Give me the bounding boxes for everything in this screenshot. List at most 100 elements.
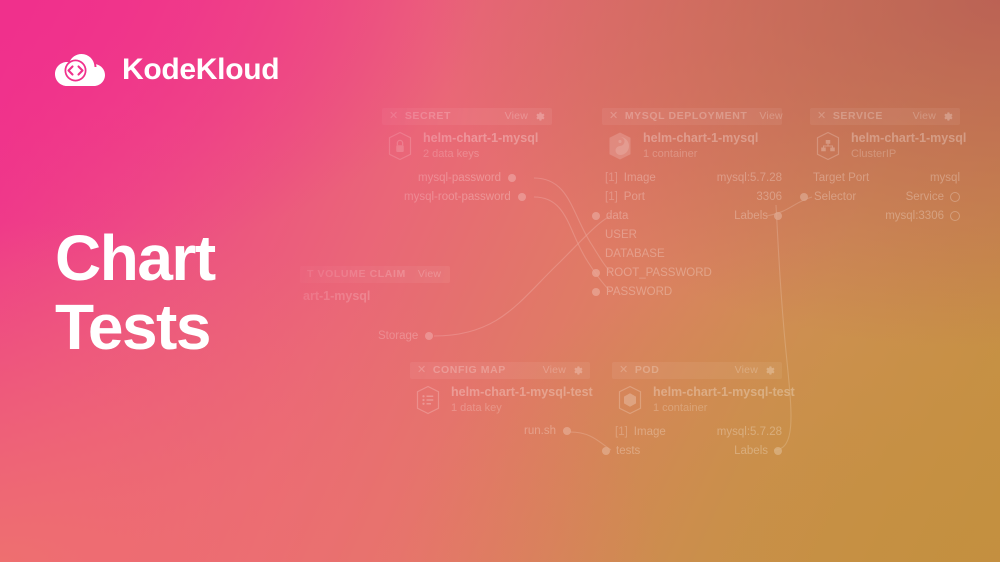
row-value: mysql:5.7.28 — [716, 171, 782, 184]
row-value: mysql:5.7.28 — [716, 425, 782, 438]
node-deployment-title: MYSQL DEPLOYMENT — [624, 109, 748, 122]
row-key: Selector — [814, 190, 857, 203]
port-dot[interactable] — [592, 211, 600, 220]
node-service-title: SERVICE — [832, 109, 883, 122]
close-icon[interactable]: ✕ — [609, 111, 619, 122]
node-pvc-titlebar[interactable]: T VOLUME CLAIM View — [300, 266, 450, 283]
brand-logo: KodeKloud — [52, 48, 280, 92]
row-key: Image — [623, 171, 656, 184]
view-link[interactable]: View — [543, 364, 566, 377]
cloud-code-icon — [55, 54, 105, 86]
port-row-mysql-root-password[interactable]: mysql-root-password — [404, 191, 526, 203]
node-service-rows: Target Port mysql Selector Service mysql… — [800, 168, 960, 225]
port-dot[interactable] — [592, 268, 600, 277]
port-row-mysql-password[interactable]: mysql-password — [418, 172, 517, 184]
node-secret[interactable]: ✕ SECRET View helm-chart-1-mysql 2 data … — [382, 108, 552, 161]
service-hexagon-icon — [816, 132, 840, 161]
port-dot[interactable] — [517, 193, 526, 201]
view-link[interactable]: View — [418, 268, 441, 281]
brand-name: KodeKloud — [122, 53, 280, 86]
node-pod-header: helm-chart-1-mysql-test 1 container — [612, 385, 795, 415]
node-pod-title: POD — [634, 363, 660, 376]
row-key: tests — [616, 444, 641, 457]
node-secret-name: helm-chart-1-mysql — [423, 131, 539, 145]
row-key: ROOT_PASSWORD — [606, 266, 712, 279]
table-row[interactable]: Selector Service — [800, 187, 960, 206]
view-link[interactable]: View — [735, 364, 758, 377]
node-service-titlebar[interactable]: ✕ SERVICE View — [810, 108, 960, 125]
port-dot[interactable] — [562, 427, 571, 435]
node-configmap-title: CONFIG MAP — [432, 363, 506, 376]
port-dot[interactable] — [774, 211, 782, 220]
row-key: Image — [633, 425, 666, 438]
port-dot[interactable] — [508, 174, 517, 182]
node-service[interactable]: ✕ SERVICE View helm-chart-1-mysql Cluste… — [800, 108, 966, 225]
node-pod[interactable]: ✕ POD View helm-chart-1-mysql-test 1 con… — [602, 362, 795, 460]
port-row-storage[interactable]: Storage — [378, 330, 434, 342]
node-config-map[interactable]: ✕ CONFIG MAP View helm-chart-1-mysql-tes… — [410, 362, 593, 415]
port-row-run-sh[interactable]: run.sh — [524, 425, 571, 437]
table-row[interactable]: ROOT_PASSWORD — [592, 263, 782, 282]
close-icon[interactable]: ✕ — [817, 111, 827, 122]
port-dot[interactable] — [592, 287, 600, 296]
table-row[interactable]: mysql:3306 — [813, 206, 960, 225]
node-deployment-name: helm-chart-1-mysql — [643, 131, 759, 145]
table-row[interactable]: data Labels — [592, 206, 782, 225]
close-icon[interactable]: ✕ — [417, 365, 427, 376]
gear-icon[interactable] — [942, 111, 953, 122]
node-pvc-header: art-1-mysql — [300, 289, 450, 305]
port-label: mysql-password — [418, 172, 502, 184]
close-icon[interactable]: ✕ — [389, 111, 399, 122]
page-title-line1: Chart — [55, 222, 216, 294]
node-configmap-header: helm-chart-1-mysql-test 1 data key — [410, 385, 593, 415]
table-row[interactable]: Target Port mysql — [813, 168, 960, 187]
node-secret-subtitle: 2 data keys — [423, 147, 480, 160]
row-key: USER — [605, 228, 637, 241]
port-dot[interactable] — [950, 210, 960, 221]
node-service-name: helm-chart-1-mysql — [851, 131, 967, 145]
gear-icon[interactable] — [764, 365, 775, 376]
port-dot[interactable] — [774, 446, 782, 455]
row-index: [1] — [605, 171, 618, 184]
gear-icon[interactable] — [572, 365, 583, 376]
row-index: [1] — [605, 190, 618, 203]
node-deployment-titlebar[interactable]: ✕ MYSQL DEPLOYMENT View — [602, 108, 783, 125]
view-link[interactable]: View — [505, 110, 528, 123]
port-dot[interactable] — [800, 192, 808, 201]
node-pod-titlebar[interactable]: ✕ POD View — [612, 362, 782, 379]
node-secret-titlebar[interactable]: ✕ SECRET View — [382, 108, 552, 125]
port-dot[interactable] — [602, 446, 610, 455]
node-mysql-deployment[interactable]: ✕ MYSQL DEPLOYMENT View helm-chart-1-mys… — [592, 108, 783, 301]
node-pod-subtitle: 1 container — [653, 401, 708, 414]
table-row[interactable]: [1] Image mysql:5.7.28 — [605, 168, 782, 187]
secret-hexagon-icon — [388, 132, 412, 161]
node-secret-title: SECRET — [404, 109, 452, 122]
node-pvc-title: T VOLUME CLAIM — [307, 267, 406, 280]
node-service-header: helm-chart-1-mysql ClusterIP — [810, 131, 966, 161]
port-label: Storage — [378, 330, 419, 342]
gear-icon[interactable] — [534, 111, 545, 122]
port-dot[interactable] — [950, 191, 960, 202]
table-row[interactable]: PASSWORD — [592, 282, 782, 301]
view-link[interactable]: View — [913, 110, 936, 123]
row-value: mysql — [929, 171, 960, 184]
table-row[interactable]: [1] Port 3306 — [605, 187, 782, 206]
node-configmap-subtitle: 1 data key — [451, 401, 502, 414]
view-link[interactable]: View — [759, 110, 782, 123]
node-pod-rows: [1] Image mysql:5.7.28 tests Labels — [602, 422, 782, 460]
close-icon[interactable]: ✕ — [619, 365, 629, 376]
table-row[interactable]: USER — [605, 225, 782, 244]
table-row[interactable]: tests Labels — [602, 441, 782, 460]
row-value: mysql:3306 — [885, 209, 944, 222]
node-deployment-rows: [1] Image mysql:5.7.28 [1] Port 3306 dat… — [592, 168, 782, 301]
configmap-hexagon-icon — [416, 386, 440, 415]
table-row[interactable]: [1] Image mysql:5.7.28 — [615, 422, 782, 441]
node-configmap-titlebar[interactable]: ✕ CONFIG MAP View — [410, 362, 590, 379]
row-key: Target Port — [813, 171, 870, 184]
node-pvc-name: art-1-mysql — [303, 289, 371, 303]
node-persistent-volume-claim[interactable]: T VOLUME CLAIM View art-1-mysql — [300, 266, 450, 305]
row-value: Labels — [734, 444, 768, 457]
port-label: mysql-root-password — [404, 191, 511, 203]
table-row[interactable]: DATABASE — [605, 244, 782, 263]
port-dot[interactable] — [425, 332, 434, 340]
